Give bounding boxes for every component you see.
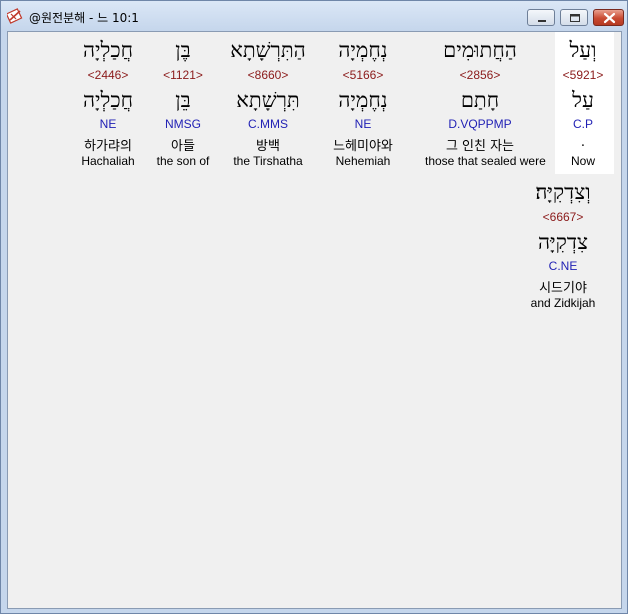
morphology-code: NE [99,117,117,131]
korean-gloss: 하가랴의 [84,139,132,154]
hebrew-lemma: חֲכַלְיָה [82,88,134,112]
morphology-code: C.NE [548,259,578,273]
app-logo-icon[interactable] [5,8,23,24]
hebrew-word: חֲכַלְיָה [82,38,134,62]
hebrew-lemma: חָתַם [460,88,500,112]
hebrew-word: וְעַל [569,38,597,62]
strong-number[interactable]: <5166> [308,68,418,82]
korean-gloss: 그 인친 자는 [445,139,515,154]
strong-number[interactable]: <6667> [508,210,618,224]
main-window: @원전분해 - 느 10:1 וְעַל <5921> עַל C.P . No… [0,0,628,614]
hebrew-lemma: נְחֶמְיָה [338,88,388,112]
maximize-icon [570,14,580,22]
hebrew-lemma: צִדְקִיָּה [538,230,588,254]
morphology-code: NE [354,117,372,131]
strong-number[interactable]: <2446> [53,68,163,82]
minimize-icon [538,20,546,22]
close-button[interactable] [593,9,624,26]
hebrew-word: הַחֲתוּמִים [443,38,517,62]
morphology-code: C.P [572,117,593,131]
minimize-button[interactable] [527,9,555,26]
english-gloss: and Zidkijah [530,296,596,310]
close-icon [603,12,616,24]
english-gloss: those that sealed were [425,154,546,168]
window-title: @원전분해 - 느 10:1 [29,11,139,25]
korean-gloss: . [580,135,586,150]
english-gloss: Nehemiah [335,154,391,168]
korean-gloss: 시드기야 [539,281,587,296]
strong-number[interactable]: <5921> [528,68,621,82]
maximize-button[interactable] [560,9,588,26]
korean-gloss: 느헤미야와 [333,139,393,154]
morphology-code: D.VQPPMP [448,117,512,131]
interlinear-view[interactable]: וְעַל <5921> עַל C.P . Now הַחֲתוּמִים <… [7,31,622,609]
english-gloss: Hachaliah [81,154,135,168]
hebrew-lemma: עַל [572,88,594,112]
title-bar[interactable]: @원전분해 - 느 10:1 [1,1,627,31]
strong-number[interactable]: <2856> [425,68,535,82]
hebrew-word: נְחֶמְיָה [338,38,388,62]
hebrew-word: וְצִדְקִיָּה׃ [535,180,591,204]
